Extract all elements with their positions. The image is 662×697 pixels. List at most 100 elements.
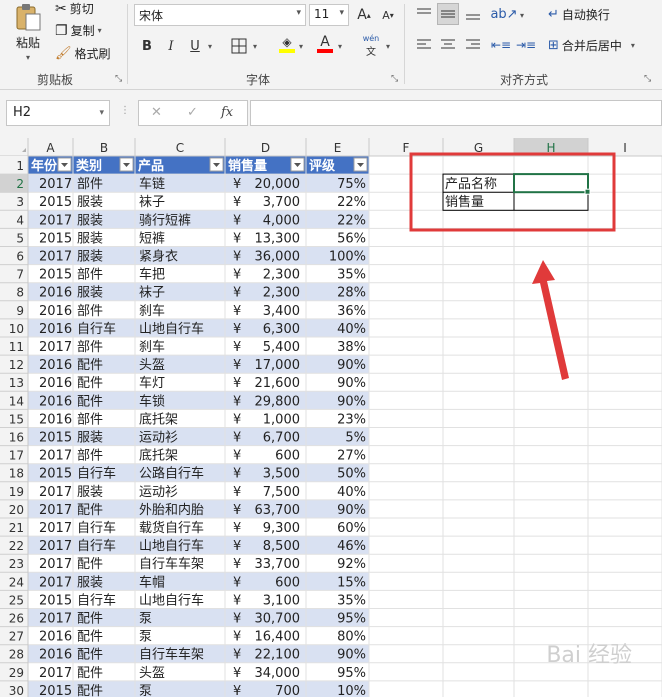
font-color-dropdown-icon[interactable]: ▾ xyxy=(338,42,342,51)
align-middle-button[interactable] xyxy=(437,3,459,25)
row-header-17[interactable]: 17 xyxy=(9,449,24,463)
row-header-15[interactable]: 15 xyxy=(9,412,24,426)
row-header-5[interactable]: 5 xyxy=(16,231,24,245)
clipboard-launcher-icon[interactable]: ⤡ xyxy=(115,74,122,84)
increase-indent-button[interactable]: ⇥≡ xyxy=(515,34,537,56)
font-color-button[interactable]: A xyxy=(314,33,336,55)
paste-dropdown-icon[interactable]: ▾ xyxy=(26,53,30,62)
row-header-10[interactable]: 10 xyxy=(9,322,24,336)
worksheet-canvas[interactable]: A B C D E F G H I1234567891011121314151617181920… xyxy=(0,138,662,697)
row-header-4[interactable]: 4 xyxy=(16,213,24,227)
row-header-22[interactable]: 22 xyxy=(9,539,24,553)
cell-currency-symbol: ¥ xyxy=(233,304,241,319)
borders-button[interactable] xyxy=(228,35,250,57)
row-header-21[interactable]: 21 xyxy=(9,521,24,535)
row-header-26[interactable]: 26 xyxy=(9,612,24,626)
row-header-24[interactable]: 24 xyxy=(9,575,24,589)
cell-category: 自行车 xyxy=(77,592,116,608)
row-header-14[interactable]: 14 xyxy=(9,394,24,408)
row-header-29[interactable]: 29 xyxy=(9,666,24,680)
insert-function-icon[interactable]: fx xyxy=(221,105,233,120)
cell-currency-symbol: ¥ xyxy=(233,358,241,373)
orientation-button[interactable]: ab↗ xyxy=(490,3,517,25)
cut-button[interactable]: ✂ 剪切 xyxy=(55,0,94,17)
font-launcher-icon[interactable]: ⤡ xyxy=(391,74,398,84)
row-header-18[interactable]: 18 xyxy=(9,467,24,481)
align-center-button[interactable] xyxy=(437,34,459,56)
column-header-a[interactable]: A xyxy=(46,141,55,155)
alignment-launcher-icon[interactable]: ⤡ xyxy=(644,74,651,84)
cell-rating: 22% xyxy=(337,213,366,228)
row-header-27[interactable]: 27 xyxy=(9,630,24,644)
row-header-19[interactable]: 19 xyxy=(9,485,24,499)
row-header-23[interactable]: 23 xyxy=(9,557,24,571)
row-header-1[interactable]: 1 xyxy=(16,159,24,173)
cell-product: 公路自行车 xyxy=(139,466,204,482)
row-header-7[interactable]: 7 xyxy=(16,268,24,282)
column-header-i[interactable]: I xyxy=(623,141,627,155)
cell-category: 部件 xyxy=(77,304,103,319)
orientation-dropdown-icon[interactable]: ▾ xyxy=(520,11,524,20)
decrease-indent-button[interactable]: ⇤≡ xyxy=(490,34,512,56)
row-header-20[interactable]: 20 xyxy=(9,503,24,517)
copy-dropdown-icon[interactable]: ▾ xyxy=(98,26,102,35)
cell-category: 配件 xyxy=(77,666,103,681)
shrink-font-button[interactable]: A ▾ xyxy=(377,4,399,26)
column-header-d[interactable]: D xyxy=(261,141,270,155)
copy-button[interactable]: ❐ 复制 ▾ xyxy=(55,22,102,39)
row-header-13[interactable]: 13 xyxy=(9,376,24,390)
phonetic-button[interactable]: wén 文 xyxy=(360,34,382,58)
fill-handle[interactable] xyxy=(584,188,591,195)
font-name-combo[interactable]: 宋体 ▾ xyxy=(134,4,306,26)
font-size-combo[interactable]: 11 ▾ xyxy=(309,4,349,26)
borders-dropdown-icon[interactable]: ▾ xyxy=(253,42,257,51)
align-bottom-button[interactable] xyxy=(462,3,484,25)
phonetic-dropdown-icon[interactable]: ▾ xyxy=(386,42,390,51)
underline-button[interactable]: U xyxy=(184,35,206,57)
table-header-4: 销售量 xyxy=(228,158,267,174)
bold-button[interactable]: B xyxy=(136,35,158,57)
underline-dropdown-icon[interactable]: ▾ xyxy=(208,42,212,51)
row-header-16[interactable]: 16 xyxy=(9,431,24,445)
active-cell-h2[interactable] xyxy=(513,173,589,194)
cell-year: 2015 xyxy=(39,231,72,246)
formula-input[interactable] xyxy=(250,100,662,126)
wrap-text-button[interactable]: ↵ 自动换行 xyxy=(548,6,610,23)
row-header-30[interactable]: 30 xyxy=(9,684,24,697)
cell-rating: 22% xyxy=(337,195,366,210)
cancel-icon[interactable]: ✕ xyxy=(151,105,162,120)
row-header-25[interactable]: 25 xyxy=(9,593,24,607)
cell-product: 袜子 xyxy=(139,195,165,210)
row-header-12[interactable]: 12 xyxy=(9,358,24,372)
row-header-28[interactable]: 28 xyxy=(9,648,24,662)
fill-color-dropdown-icon[interactable]: ▾ xyxy=(299,42,303,51)
row-header-9[interactable]: 9 xyxy=(16,304,24,318)
align-right-button[interactable] xyxy=(462,34,484,56)
merge-dropdown-icon[interactable]: ▾ xyxy=(631,41,635,50)
column-header-c[interactable]: C xyxy=(176,141,184,155)
align-center-icon xyxy=(441,39,455,49)
cell-rating: 35% xyxy=(337,268,366,283)
paste-button[interactable]: 粘贴 ▾ xyxy=(8,2,48,62)
column-header-e[interactable]: E xyxy=(334,141,342,155)
format-painter-button[interactable]: 🖌 格式刷 xyxy=(55,45,111,62)
cell-rating: 46% xyxy=(337,539,366,554)
name-box[interactable]: H2 ▾ xyxy=(6,100,110,126)
row-header-8[interactable]: 8 xyxy=(16,286,24,300)
enter-icon[interactable]: ✓ xyxy=(187,105,198,120)
row-header-3[interactable]: 3 xyxy=(16,195,24,209)
row-header-6[interactable]: 6 xyxy=(16,250,24,264)
row-header-2[interactable]: 2 xyxy=(16,177,24,191)
fill-color-button[interactable]: ◈ xyxy=(276,33,298,55)
cell-product: 车锁 xyxy=(139,393,165,409)
column-header-b[interactable]: B xyxy=(100,141,108,155)
align-top-button[interactable] xyxy=(413,3,435,25)
row-header-11[interactable]: 11 xyxy=(9,340,24,354)
cell-category: 服装 xyxy=(77,485,103,500)
align-left-button[interactable] xyxy=(413,34,435,56)
merge-center-button[interactable]: ⊞ 合并后居中 ▾ xyxy=(548,37,635,54)
italic-button[interactable]: I xyxy=(160,35,182,57)
grow-font-button[interactable]: A ▴ xyxy=(353,4,375,26)
column-header-f[interactable]: F xyxy=(403,141,410,155)
worksheet-grid[interactable]: A B C D E F G H I 1 2 3 4 5 6 7 8 9 10 11 12 13 14 15 16 17 18 19 20… xyxy=(0,138,662,697)
